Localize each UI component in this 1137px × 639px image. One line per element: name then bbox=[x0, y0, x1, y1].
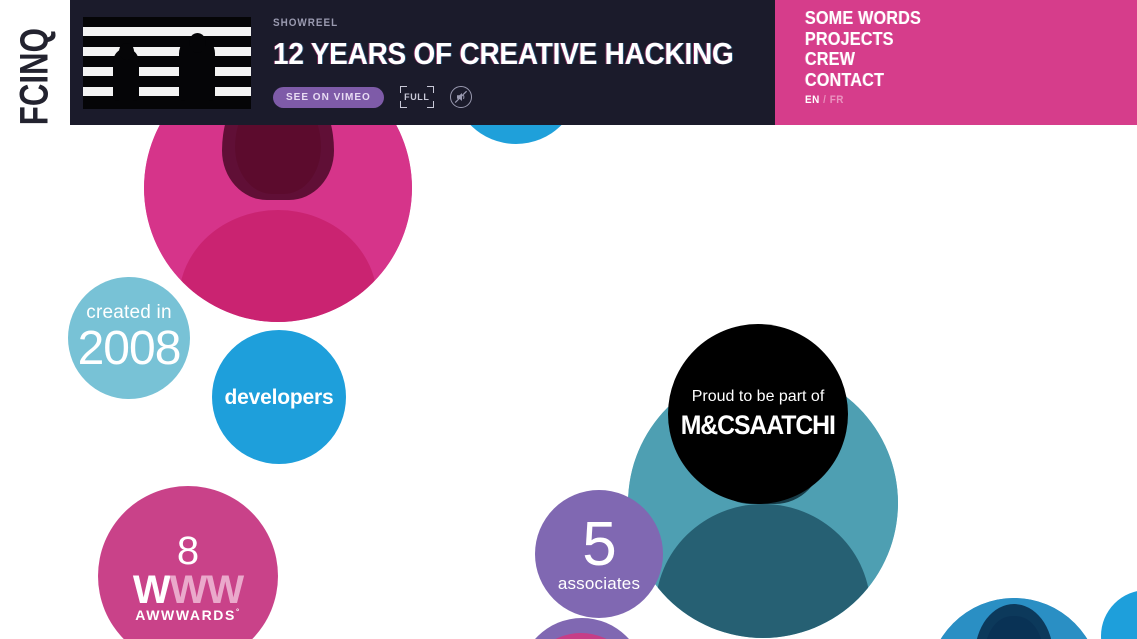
fullscreen-corner-icon bbox=[426, 101, 434, 108]
bubble-associates[interactable]: 5 associates bbox=[535, 490, 663, 618]
portrait-blue-person-right[interactable] bbox=[928, 598, 1100, 639]
mute-toggle-button[interactable] bbox=[449, 86, 472, 108]
bubble-created-in[interactable]: created in 2008 bbox=[68, 277, 190, 399]
nav-item-contact[interactable]: CONTACT bbox=[805, 70, 1104, 91]
brand-logo-text: FCINQ bbox=[12, 0, 58, 125]
see-on-vimeo-button[interactable]: SEE ON VIMEO bbox=[273, 86, 384, 108]
nav-item-some-words[interactable]: SOME WORDS bbox=[805, 8, 1104, 29]
associates-count: 5 bbox=[582, 509, 616, 579]
awwwards-wordmark-text: AWWWARDS bbox=[135, 606, 236, 623]
silhouette-right-head bbox=[189, 32, 206, 53]
bubble-mc-saatchi[interactable]: Proud to be part of M&CSAATCHI bbox=[668, 324, 848, 504]
language-en[interactable]: EN bbox=[805, 94, 820, 106]
associates-label: associates bbox=[557, 574, 641, 594]
main-navigation: SOME WORDS PROJECTS CREW CONTACT EN / FR bbox=[775, 0, 1137, 125]
awwwards-logo: WWW bbox=[133, 570, 244, 610]
silhouette-left-head bbox=[119, 42, 134, 60]
portrait-blue-partial-right-edge[interactable] bbox=[1101, 590, 1137, 639]
awwwards-wordmark: AWWWARDS° bbox=[135, 606, 241, 623]
showreel-bar: SHOWREEL 12 YEARS OF CREATIVE HACKING SE… bbox=[70, 0, 775, 125]
fullscreen-button[interactable]: FULL bbox=[399, 86, 434, 108]
nav-item-crew[interactable]: CREW bbox=[805, 49, 1104, 70]
language-switcher: EN / FR bbox=[805, 94, 1104, 106]
saatchi-caption: Proud to be part of bbox=[691, 388, 825, 405]
awwwards-logo-w1: W bbox=[132, 567, 171, 612]
bubble-awwwards[interactable]: 8 WWW AWWWARDS° bbox=[98, 486, 278, 639]
brand-logo[interactable]: FCINQ bbox=[0, 0, 70, 125]
page-root: founders created in 2008 bbox=[0, 0, 1137, 639]
showreel-title: 12 YEARS OF CREATIVE HACKING bbox=[273, 36, 734, 71]
showreel-kicker: SHOWREEL bbox=[273, 17, 339, 29]
awwwards-logo-w2: WW bbox=[169, 567, 245, 612]
nav-item-projects[interactable]: PROJECTS bbox=[805, 29, 1104, 50]
speaker-muted-icon bbox=[454, 90, 467, 104]
fullscreen-corner-icon bbox=[426, 86, 434, 93]
showreel-actions: SEE ON VIMEO FULL bbox=[273, 86, 785, 108]
fullscreen-corner-icon bbox=[399, 101, 407, 108]
fullscreen-corner-icon bbox=[399, 86, 407, 93]
awwwards-registered-mark: ° bbox=[235, 606, 241, 616]
brand-logo-label: FCINQ bbox=[12, 27, 57, 125]
bubble-created-year: 2008 bbox=[77, 322, 182, 375]
showreel-video-thumbnail[interactable] bbox=[83, 16, 251, 109]
bubble-developers[interactable]: developers bbox=[212, 330, 346, 464]
bubble-created-label: created in bbox=[86, 302, 172, 323]
awwwards-count: 8 bbox=[176, 528, 200, 573]
showreel-text-block: SHOWREEL 12 YEARS OF CREATIVE HACKING SE… bbox=[273, 17, 785, 108]
language-separator: / bbox=[823, 94, 827, 106]
language-fr[interactable]: FR bbox=[830, 94, 844, 106]
fullscreen-label: FULL bbox=[404, 92, 430, 102]
bubble-developers-label: developers bbox=[224, 385, 334, 409]
saatchi-brand: M&CSAATCHI bbox=[680, 410, 836, 440]
